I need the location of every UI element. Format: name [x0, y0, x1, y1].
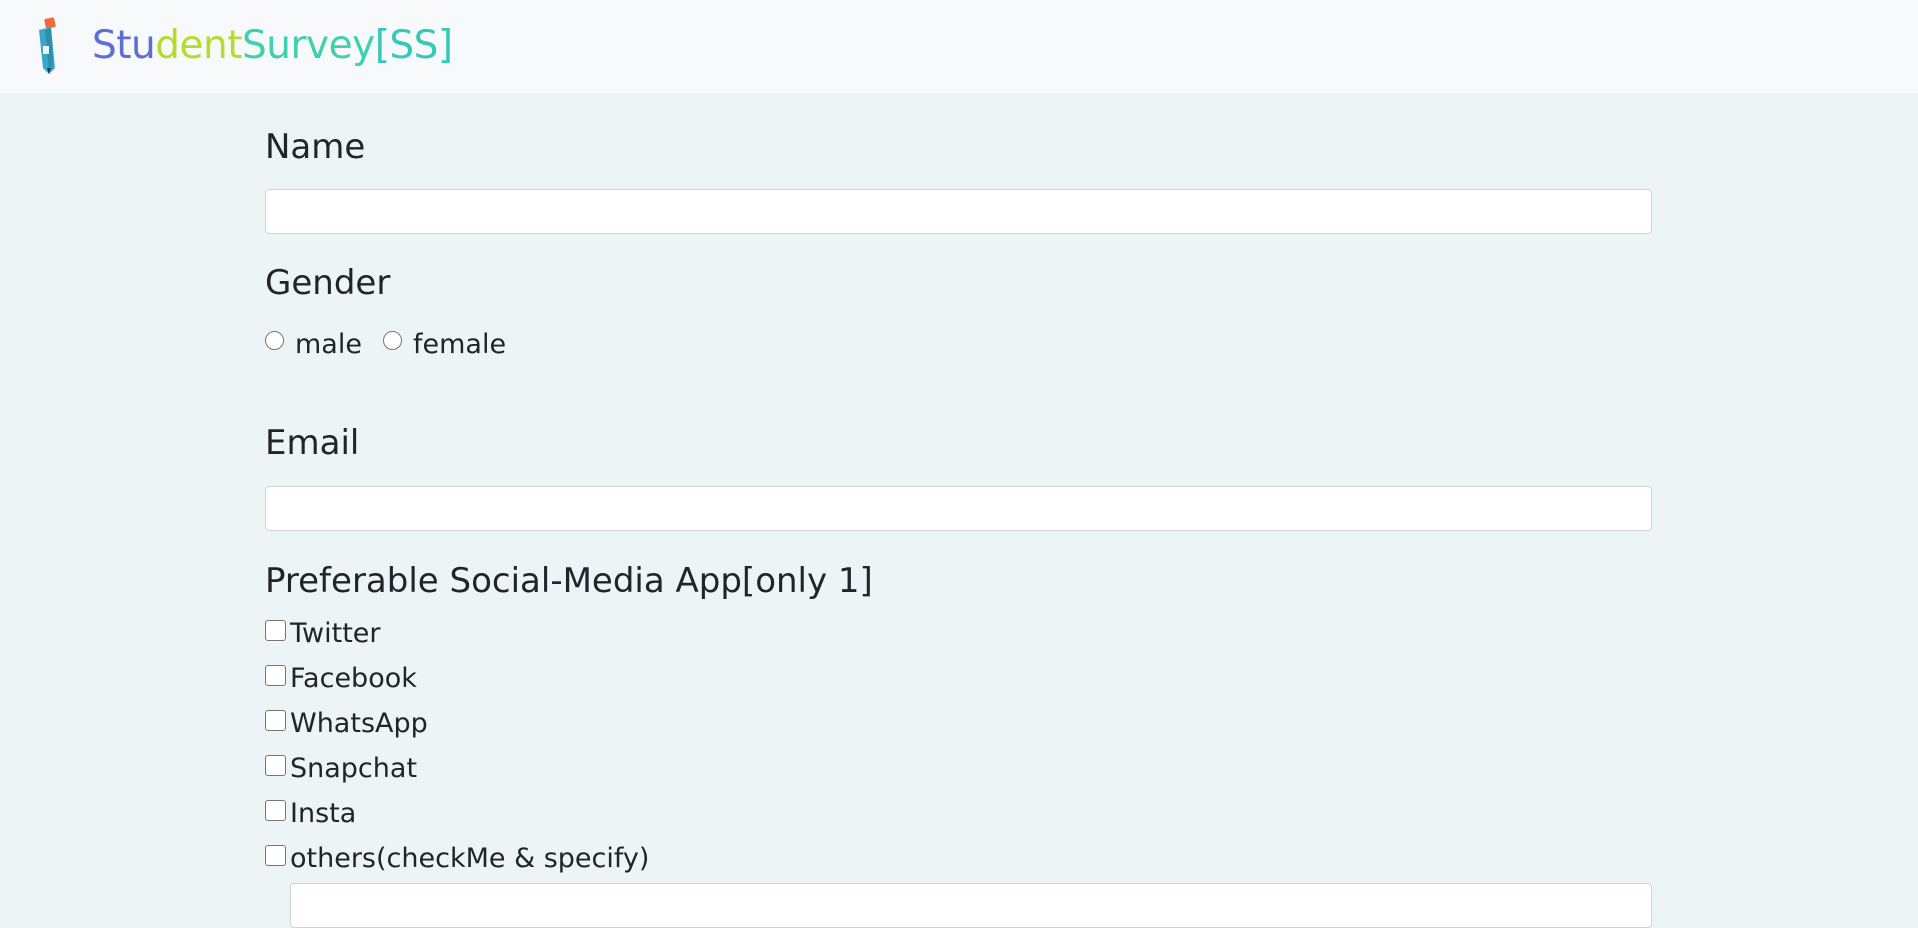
gender-male-radio[interactable]: [265, 331, 284, 350]
twitter-label: Twitter: [290, 618, 381, 649]
twitter-checkbox[interactable]: [265, 620, 286, 641]
whatsapp-label: WhatsApp: [290, 708, 428, 739]
gender-female-radio[interactable]: [383, 331, 402, 350]
brand-part-4: [SS]: [374, 23, 453, 68]
social-media-label: Preferable Social-Media App[only 1]: [265, 561, 873, 601]
gender-female-label: female: [413, 329, 507, 360]
facebook-label: Facebook: [290, 663, 417, 694]
gender-label: Gender: [265, 263, 391, 303]
insta-checkbox[interactable]: [265, 800, 286, 821]
name-label: Name: [265, 127, 366, 167]
facebook-checkbox[interactable]: [265, 665, 286, 686]
brand-title[interactable]: StudentSurvey[SS]: [92, 22, 453, 70]
email-label: Email: [265, 423, 360, 463]
others-checkbox[interactable]: [265, 845, 286, 866]
name-input[interactable]: [265, 189, 1652, 234]
gender-male-label: male: [295, 329, 362, 360]
snapchat-checkbox[interactable]: [265, 755, 286, 776]
others-specify-input[interactable]: [290, 883, 1652, 928]
snapchat-label: Snapchat: [290, 753, 418, 784]
insta-label: Insta: [290, 798, 357, 829]
brand-part-2: dent: [155, 23, 243, 68]
navbar: StudentSurvey[SS]: [0, 0, 1918, 93]
others-label: others(checkMe & specify): [290, 843, 650, 874]
brand-part-3: Survey: [242, 23, 375, 68]
pencil-logo-icon[interactable]: [31, 16, 69, 76]
brand-part-1: Stu: [92, 23, 156, 68]
email-input[interactable]: [265, 486, 1652, 531]
whatsapp-checkbox[interactable]: [265, 710, 286, 731]
